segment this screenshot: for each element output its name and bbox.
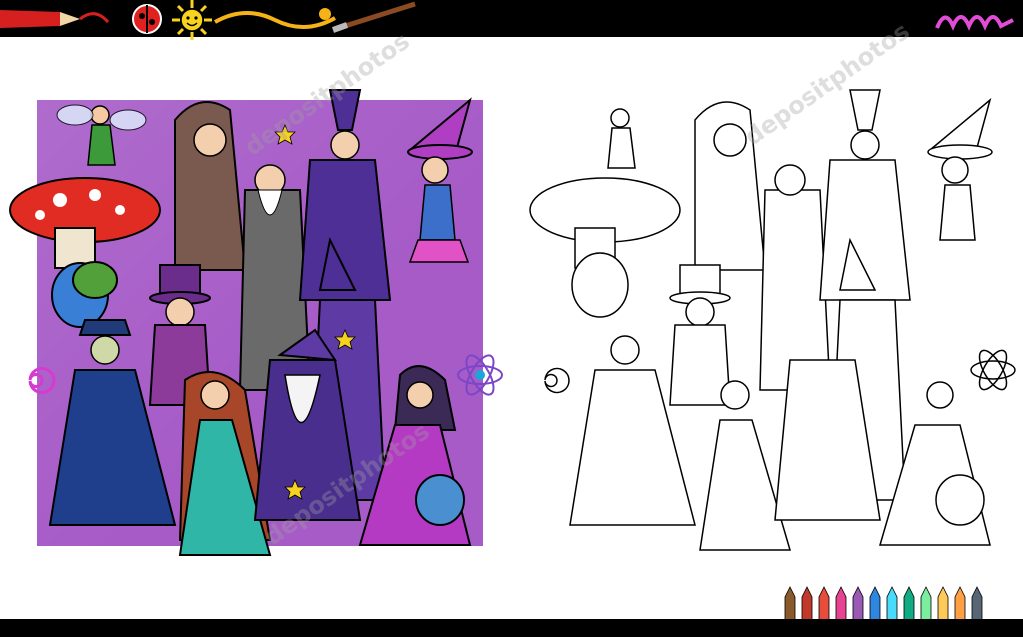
scribble-icon: [935, 15, 1014, 31]
colored-illustration: [9, 89, 503, 556]
line-art-illustration: [529, 89, 1016, 551]
bottom-banner: [0, 619, 1023, 637]
